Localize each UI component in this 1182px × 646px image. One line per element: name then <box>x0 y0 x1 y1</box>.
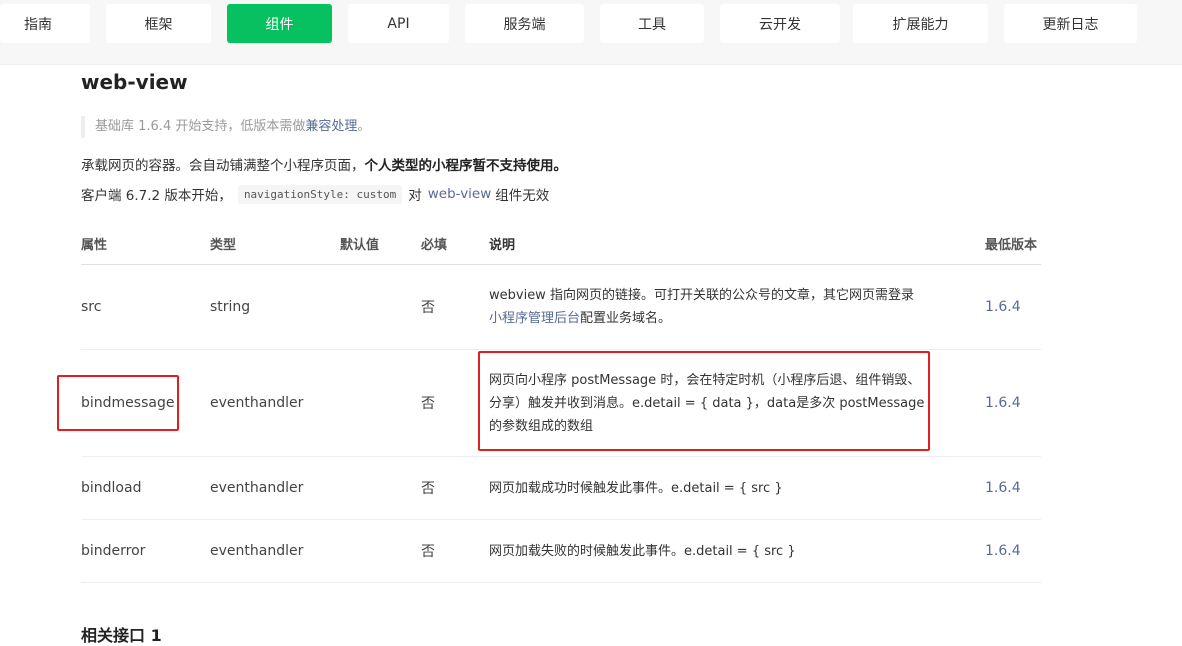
cell-required: 否 <box>421 300 435 316</box>
cell-desc: 网页加载失败的时候触发此事件。e.detail = { src } <box>489 543 796 559</box>
header-attr: 属性 <box>81 238 108 253</box>
cell-version: 1.6.4 <box>985 480 1021 496</box>
desc-text: webview 指向网页的链接。可打开关联的公众号的文章，其它网页需登录 <box>489 288 914 303</box>
note-mid: 对 <box>408 188 422 204</box>
table-row: bindmessage eventhandler 否 网页向小程序 postMe… <box>81 350 1041 457</box>
header-desc: 说明 <box>489 238 516 253</box>
cell-attr: bindmessage <box>81 395 175 411</box>
nav-tab-components[interactable]: 组件 <box>227 4 332 43</box>
cell-required: 否 <box>421 396 435 412</box>
cell-desc-text: webview 指向网页的链接。可打开关联的公众号的文章，其它网页需登录 小程序管… <box>489 284 914 330</box>
cell-attr: binderror <box>81 543 146 559</box>
header-required: 必填 <box>421 238 448 253</box>
cell-desc: webview 指向网页的链接。可打开关联的公众号的文章，其它网页需登录 小程序管… <box>489 265 949 349</box>
cell-desc-text: 网页向小程序 postMessage 时，会在特定时机（小程序后退、组件销毁、分… <box>489 372 925 434</box>
inline-code: navigationStyle: custom <box>237 184 403 204</box>
nav-tab-label: 更新日志 <box>1042 16 1099 33</box>
nav-tab-label: 扩展能力 <box>892 16 949 33</box>
desc-bold: 个人类型的小程序暂不支持使用。 <box>364 158 568 174</box>
desc-suffix: 配置业务域名。 <box>580 311 672 326</box>
note-prefix: 客户端 6.7.2 版本开始， <box>81 188 232 204</box>
note-suffix: 组件无效 <box>495 188 550 204</box>
admin-console-link[interactable]: 小程序管理后台 <box>489 311 580 326</box>
web-view-link[interactable]: web-view <box>428 186 492 202</box>
cell-default <box>340 520 420 582</box>
cell-required: 否 <box>421 481 435 497</box>
nav-tab-label: 框架 <box>144 16 173 33</box>
header-default: 默认值 <box>340 238 380 253</box>
nav-tab-cloud[interactable]: 云开发 <box>720 4 840 43</box>
cell-desc: 网页加载成功时候触发此事件。e.detail = { src } <box>489 480 783 496</box>
desc-normal: 承载网页的容器。会自动铺满整个小程序页面， <box>81 158 365 174</box>
page-title: web-view <box>81 70 188 94</box>
tip-prefix: 基础库 1.6.4 开始支持，低版本需做 <box>95 119 306 134</box>
nav-tab-guide[interactable]: 指南 <box>0 4 90 43</box>
nav-tab-extensions[interactable]: 扩展能力 <box>853 4 988 43</box>
cell-attr: src <box>81 299 102 315</box>
cell-type: eventhandler <box>210 543 304 559</box>
nav-tab-framework[interactable]: 框架 <box>106 4 211 43</box>
tip-suffix: 。 <box>357 119 371 134</box>
cell-type: string <box>210 299 251 315</box>
nav-tab-changelog[interactable]: 更新日志 <box>1004 4 1137 43</box>
component-description: 承载网页的容器。会自动铺满整个小程序页面，个人类型的小程序暂不支持使用。 <box>81 154 567 174</box>
cell-default <box>340 350 420 456</box>
cell-version: 1.6.4 <box>985 299 1021 315</box>
nav-tab-label: 工具 <box>638 16 666 33</box>
cell-required: 否 <box>421 544 435 560</box>
top-navigation: 指南 框架 组件 API 服务端 工具 云开发 扩展能力 更新日志 <box>0 0 1182 65</box>
cell-type: eventhandler <box>210 395 304 411</box>
nav-tab-tools[interactable]: 工具 <box>600 4 704 43</box>
nav-tab-label: 服务端 <box>503 16 546 33</box>
related-api-heading: 相关接口 1 <box>81 626 162 645</box>
properties-table: 属性 类型 默认值 必填 说明 最低版本 src string 否 webvie… <box>81 226 1041 583</box>
cell-attr: bindload <box>81 480 142 496</box>
cell-default <box>340 457 420 519</box>
nav-tab-server[interactable]: 服务端 <box>465 4 584 43</box>
nav-tab-label: API <box>387 15 410 32</box>
table-row: binderror eventhandler 否 网页加载失败的时候触发此事件。… <box>81 520 1041 583</box>
nav-tab-label: 组件 <box>265 16 294 33</box>
nav-tab-label: 指南 <box>24 16 52 33</box>
nav-tab-label: 云开发 <box>759 16 801 33</box>
client-version-note: 客户端 6.7.2 版本开始， navigationStyle: custom … <box>81 184 549 204</box>
compatibility-link[interactable]: 兼容处理 <box>305 119 357 134</box>
cell-version: 1.6.4 <box>985 543 1021 559</box>
table-header: 属性 类型 默认值 必填 说明 最低版本 <box>81 226 1041 265</box>
cell-desc: 网页向小程序 postMessage 时，会在特定时机（小程序后退、组件销毁、分… <box>489 350 929 456</box>
nav-tab-api[interactable]: API <box>348 4 449 43</box>
cell-type: eventhandler <box>210 480 304 496</box>
header-version: 最低版本 <box>985 238 1038 253</box>
cell-version: 1.6.4 <box>985 395 1021 411</box>
table-row: src string 否 webview 指向网页的链接。可打开关联的公众号的文… <box>81 265 1041 350</box>
header-type: 类型 <box>210 238 237 253</box>
table-row: bindload eventhandler 否 网页加载成功时候触发此事件。e.… <box>81 457 1041 520</box>
version-tip: 基础库 1.6.4 开始支持，低版本需做兼容处理。 <box>81 116 370 138</box>
cell-default <box>340 265 420 349</box>
